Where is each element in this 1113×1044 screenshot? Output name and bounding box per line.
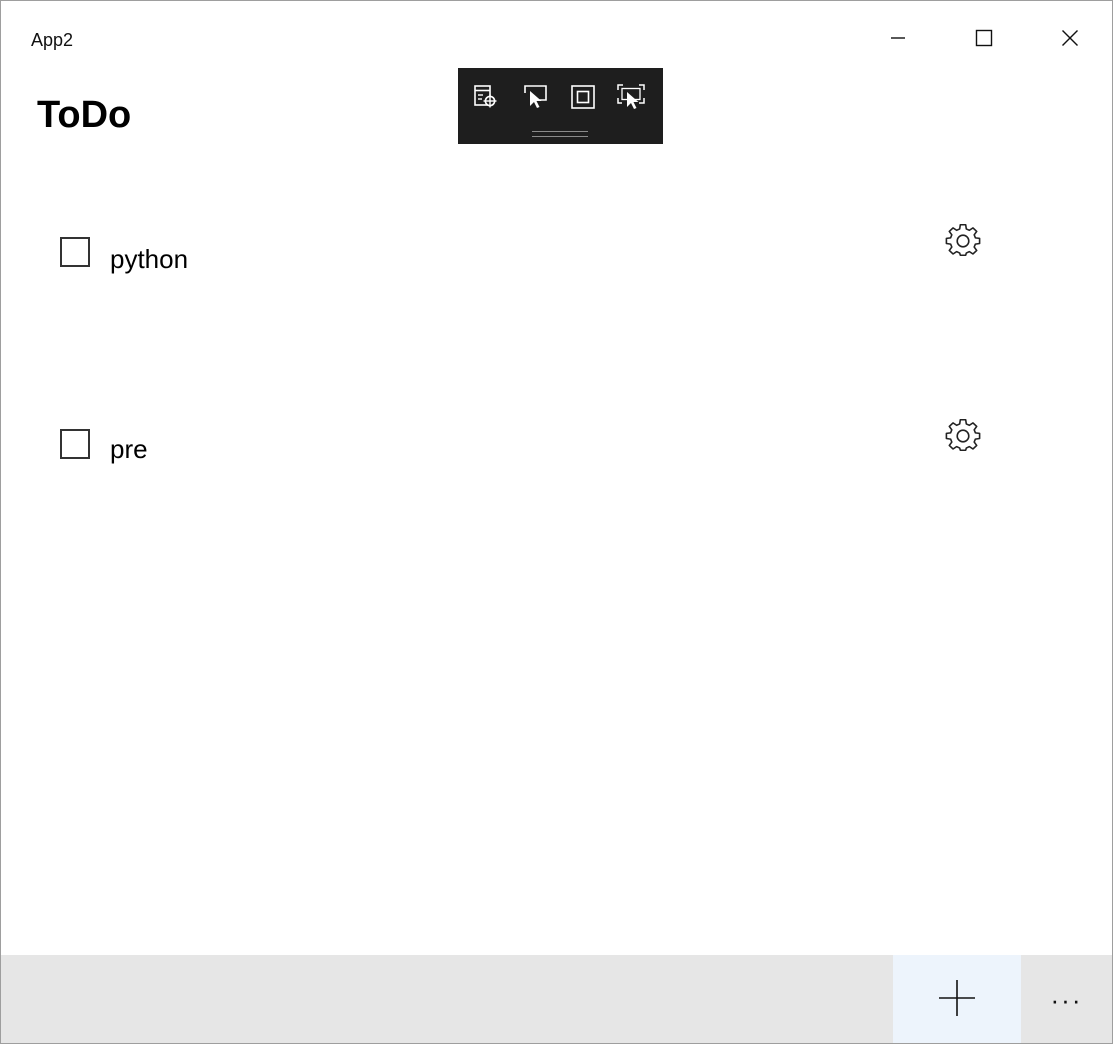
todo-settings-button[interactable] [943, 223, 983, 263]
layout-adorners-button[interactable] [567, 83, 599, 115]
minimize-button[interactable] [875, 15, 921, 61]
todo-item: python [1, 223, 1112, 283]
plus-icon [937, 978, 977, 1023]
add-todo-button[interactable] [893, 955, 1021, 1043]
track-focus-icon [617, 83, 645, 115]
minimize-icon [889, 29, 907, 47]
todo-settings-button[interactable] [943, 418, 983, 458]
close-button[interactable] [1047, 15, 1093, 61]
toolbar-grip-handle[interactable] [532, 131, 588, 137]
more-options-button[interactable]: ··· [1021, 955, 1112, 1043]
gear-icon [944, 222, 982, 265]
page-title: ToDo [37, 94, 132, 136]
todo-label: python [110, 244, 189, 274]
select-element-button[interactable] [520, 83, 552, 115]
live-visual-tree-button[interactable] [470, 83, 502, 115]
app-window: App2 ToDo python pre ··· [0, 0, 1113, 1044]
todo-item: pre [1, 414, 1112, 474]
todo-label: pre [110, 434, 148, 464]
command-bar: ··· [1, 955, 1112, 1043]
maximize-icon [975, 29, 993, 47]
close-icon [1061, 29, 1079, 47]
todo-checkbox[interactable] [60, 429, 90, 459]
select-element-icon [523, 84, 549, 115]
maximize-button[interactable] [961, 15, 1007, 61]
app-title: App2 [31, 30, 74, 50]
track-focus-button[interactable] [615, 83, 647, 115]
display-layout-adorners-icon [570, 84, 596, 115]
gear-icon [944, 417, 982, 460]
xaml-debug-toolbar [458, 68, 663, 144]
live-visual-tree-icon [473, 84, 499, 115]
todo-checkbox[interactable] [60, 237, 90, 267]
